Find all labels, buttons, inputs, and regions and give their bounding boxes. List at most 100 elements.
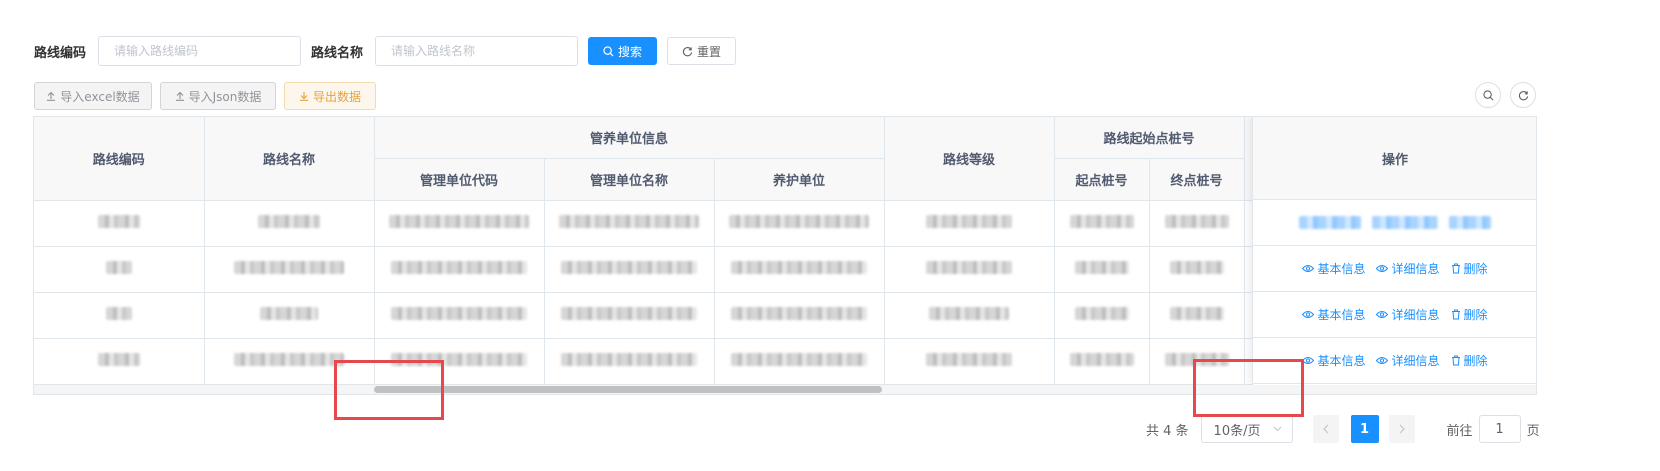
scrollbar-thumb[interactable]: [374, 386, 882, 393]
delete-label: 删除: [1463, 354, 1488, 368]
redacted-cell: [374, 200, 545, 247]
basic-info-link[interactable]: 基本信息: [1302, 260, 1365, 277]
redacted-cell: [1149, 292, 1245, 339]
import-json-button[interactable]: 导入Json数据: [160, 82, 276, 110]
redacted-cell: [34, 338, 205, 385]
eye-icon: [1376, 357, 1389, 364]
route-name-input[interactable]: [375, 36, 579, 66]
delete-label: 删除: [1463, 262, 1488, 276]
refresh-icon: [682, 46, 693, 56]
table-row: [34, 246, 1415, 293]
redacted-cell: [884, 246, 1055, 293]
action-row: [1253, 200, 1536, 246]
detail-info-label: 详细信息: [1391, 262, 1440, 276]
download-icon: [299, 92, 308, 101]
toggle-search-button[interactable]: [1475, 82, 1501, 108]
next-page-button[interactable]: [1388, 415, 1415, 443]
delete-link[interactable]: 删除: [1451, 352, 1488, 369]
highlight-box-right: [1193, 359, 1304, 417]
header-end-stake: 终点桩号: [1149, 158, 1245, 201]
total-count: 共 4 条: [1146, 423, 1189, 439]
redacted-cell: [1054, 338, 1150, 385]
action-row: 基本信息 详细信息 删除: [1253, 292, 1536, 338]
chevron-left-icon: [1322, 424, 1328, 434]
trash-icon: [1451, 309, 1460, 320]
eye-icon: [1376, 311, 1389, 318]
header-route-name: 路线名称: [204, 117, 375, 201]
page-size-select[interactable]: 10条/页: [1200, 415, 1293, 443]
basic-info-link[interactable]: 基本信息: [1302, 352, 1365, 369]
redacted-cell: [714, 338, 885, 385]
redacted-cell: [714, 292, 885, 339]
eye-icon: [1302, 311, 1315, 318]
basic-info-link[interactable]: 基本信息: [1302, 306, 1365, 323]
delete-link[interactable]: 删除: [1451, 306, 1488, 323]
basic-info-label: 基本信息: [1317, 308, 1366, 322]
redacted-cell: [1054, 246, 1150, 293]
redacted-cell: [714, 200, 885, 247]
eye-icon: [1302, 265, 1315, 272]
redacted-action: [1299, 216, 1361, 229]
reset-button[interactable]: 重置: [667, 37, 737, 65]
chevron-right-icon: [1399, 424, 1405, 434]
header-mgmt-group: 管养单位信息: [374, 117, 885, 159]
basic-info-label: 基本信息: [1317, 354, 1366, 368]
route-name-label: 路线名称: [311, 45, 364, 61]
refresh-icon: [1518, 90, 1528, 100]
page-size-value: 10条/页: [1213, 423, 1261, 439]
goto-page-input[interactable]: [1478, 415, 1521, 443]
redacted-cell: [544, 338, 715, 385]
export-button[interactable]: 导出数据: [284, 82, 376, 110]
redacted-cell: [1054, 292, 1150, 339]
redacted-cell: [374, 246, 545, 293]
redacted-action: [1372, 216, 1438, 229]
table-row: [34, 200, 1415, 247]
highlight-box-left: [334, 360, 444, 420]
upload-icon: [175, 91, 184, 101]
pagination: 共 4 条 10条/页 1 前往 页: [1146, 415, 1540, 443]
redacted-cell: [544, 246, 715, 293]
header-maint-unit: 养护单位: [714, 158, 885, 201]
redacted-cell: [204, 292, 375, 339]
header-route-code: 路线编码: [34, 117, 205, 201]
search-form: 路线编码 路线名称 搜索 重置: [34, 36, 737, 66]
detail-info-link[interactable]: 详细信息: [1376, 306, 1440, 323]
delete-link[interactable]: 删除: [1451, 260, 1488, 277]
header-mgmt-code: 管理单位代码: [374, 158, 545, 201]
refresh-table-button[interactable]: [1510, 82, 1536, 108]
redacted-cell: [34, 292, 205, 339]
search-button[interactable]: 搜索: [588, 37, 658, 65]
table-row: [34, 292, 1415, 339]
import-excel-button[interactable]: 导入excel数据: [34, 82, 152, 110]
action-row: 基本信息 详细信息 删除: [1253, 246, 1536, 292]
redacted-cell: [884, 292, 1055, 339]
prev-page-button[interactable]: [1312, 415, 1339, 443]
search-button-label: 搜索: [618, 44, 643, 59]
redacted-cell: [204, 200, 375, 247]
redacted-cell: [544, 292, 715, 339]
trash-icon: [1451, 355, 1460, 366]
header-route-level: 路线等级: [884, 117, 1055, 201]
route-table: 路线编码 路线名称 管养单位信息 路线等级 路线起始点桩号 管理单位代码 管理单…: [33, 116, 1537, 395]
redacted-cell: [1149, 246, 1245, 293]
route-code-input[interactable]: [98, 36, 302, 66]
search-icon: [603, 45, 614, 57]
import-excel-label: 导入excel数据: [60, 89, 140, 104]
detail-info-label: 详细信息: [1391, 308, 1440, 322]
reset-button-label: 重置: [697, 44, 722, 59]
page-number-1[interactable]: 1: [1350, 415, 1379, 443]
detail-info-link[interactable]: 详细信息: [1376, 260, 1440, 277]
toolbar: 导入excel数据 导入Json数据 导出数据: [34, 82, 376, 110]
detail-info-link[interactable]: 详细信息: [1376, 352, 1440, 369]
page-unit-label: 页: [1526, 423, 1540, 439]
route-code-label: 路线编码: [34, 45, 87, 61]
detail-info-label: 详细信息: [1391, 354, 1440, 368]
actions-column: 操作 基本信息 详细信息 删除 基本信息 详细信息 删除 基本信息 详细信息 删…: [1252, 117, 1536, 385]
header-actions: 操作: [1253, 117, 1536, 200]
header-stake-group: 路线起始点桩号: [1054, 117, 1245, 159]
basic-info-label: 基本信息: [1317, 262, 1366, 276]
horizontal-scrollbar[interactable]: [34, 385, 1536, 394]
export-label: 导出数据: [312, 89, 361, 104]
header-start-stake: 起点桩号: [1054, 158, 1150, 201]
redacted-cell: [884, 200, 1055, 247]
